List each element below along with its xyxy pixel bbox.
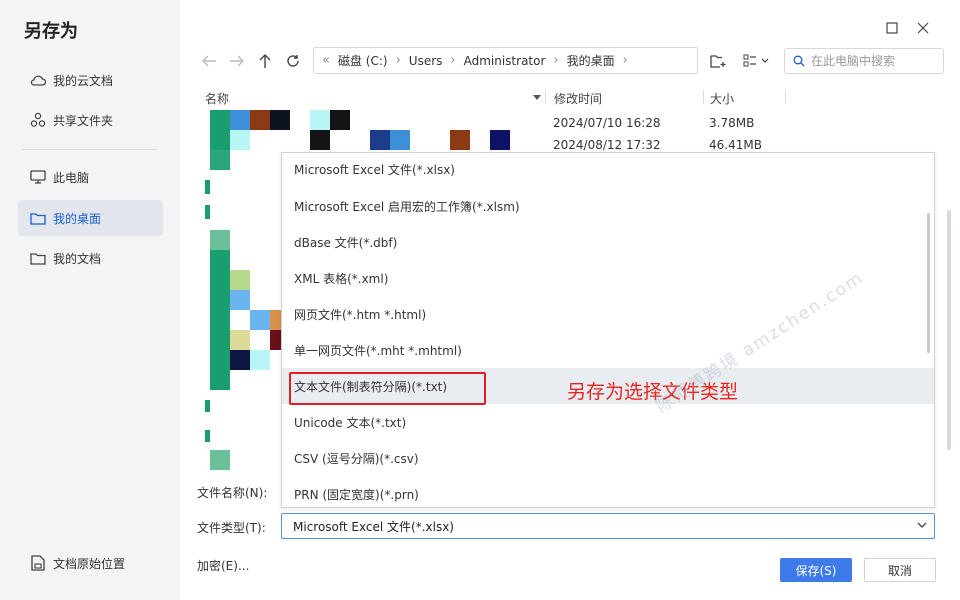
- filetype-option[interactable]: PRN (固定宽度)(*.prn): [282, 476, 934, 507]
- column-header-modified[interactable]: 修改时间: [554, 90, 602, 107]
- chevron-right-icon: ›: [450, 53, 456, 68]
- up-button[interactable]: [253, 49, 277, 73]
- new-folder-icon: [710, 55, 726, 68]
- sidebar-item-original-location[interactable]: 文档原始位置: [18, 545, 163, 581]
- close-button[interactable]: [913, 18, 933, 38]
- arrow-right-icon: [230, 55, 244, 67]
- filetype-option[interactable]: 网页文件(*.htm *.html): [282, 296, 934, 332]
- dropdown-scrollbar[interactable]: [927, 213, 930, 353]
- sidebar-item-label: 文档原始位置: [53, 556, 126, 571]
- encrypt-link[interactable]: 加密(E)...: [197, 557, 249, 574]
- sidebar: 另存为 我的云文档 共享文件夹 此电脑 我的桌面 我的文档 文档原始位置: [0, 0, 180, 600]
- file-modified: 2024/08/12 17:32: [553, 138, 661, 152]
- filetype-label: 文件类型(T):: [197, 521, 266, 535]
- file-size: 46.41MB: [709, 138, 762, 152]
- filetype-option[interactable]: XML 表格(*.xml): [282, 260, 934, 296]
- filetype-option[interactable]: Microsoft Excel 文件(*.xlsx): [282, 153, 934, 186]
- dialog-title: 另存为: [24, 21, 78, 42]
- filetype-selected-value: Microsoft Excel 文件(*.xlsx): [293, 519, 454, 534]
- column-header-name[interactable]: 名称: [205, 90, 229, 107]
- chevron-right-icon: ›: [553, 53, 559, 68]
- arrow-up-icon: [259, 54, 271, 68]
- search-box[interactable]: [784, 48, 944, 74]
- sidebar-item-label: 共享文件夹: [53, 113, 114, 128]
- annotation-text: 另存为选择文件类型: [567, 381, 739, 403]
- filename-label: 文件名称(N):: [197, 486, 268, 500]
- sidebar-item-cloud-docs[interactable]: 我的云文档: [18, 62, 163, 98]
- filetype-dropdown-list[interactable]: Microsoft Excel 文件(*.xlsx) Microsoft Exc…: [281, 152, 935, 508]
- back-button[interactable]: [197, 49, 221, 73]
- breadcrumb-administrator[interactable]: Administrator: [464, 54, 546, 68]
- file-list-scrollbar[interactable]: [947, 210, 951, 450]
- search-input[interactable]: [811, 54, 936, 68]
- filetype-option[interactable]: Unicode 文本(*.txt): [282, 404, 934, 440]
- address-bar[interactable]: « 磁盘 (C:) › Users › Administrator › 我的桌面…: [313, 47, 698, 74]
- breadcrumb-users[interactable]: Users: [409, 54, 443, 68]
- breadcrumb-overflow-icon[interactable]: «: [322, 53, 330, 68]
- sidebar-item-my-desktop[interactable]: 我的桌面: [18, 200, 163, 236]
- breadcrumb-desktop[interactable]: 我的桌面: [567, 52, 615, 69]
- column-header-size[interactable]: 大小: [710, 90, 734, 107]
- computer-icon: [29, 168, 47, 186]
- folder-icon: [29, 249, 47, 267]
- folder-icon: [29, 209, 47, 227]
- sidebar-item-label: 此电脑: [53, 170, 90, 185]
- column-divider[interactable]: [785, 90, 786, 104]
- filetype-option[interactable]: Microsoft Excel 启用宏的工作簿(*.xlsm): [282, 188, 934, 224]
- search-icon: [793, 55, 805, 67]
- cancel-button[interactable]: 取消: [864, 558, 936, 582]
- sidebar-item-label: 我的文档: [53, 251, 102, 266]
- close-icon: [917, 22, 929, 34]
- refresh-button[interactable]: [281, 49, 305, 73]
- arrow-left-icon: [202, 55, 216, 67]
- sidebar-item-shared-folder[interactable]: 共享文件夹: [18, 102, 163, 138]
- filetype-option[interactable]: 单一网页文件(*.mht *.mhtml): [282, 332, 934, 368]
- filetype-select[interactable]: Microsoft Excel 文件(*.xlsx): [281, 513, 935, 539]
- file-size: 3.78MB: [709, 116, 755, 130]
- refresh-icon: [287, 55, 299, 67]
- column-divider[interactable]: [703, 90, 704, 104]
- view-mode-button[interactable]: [741, 49, 773, 73]
- sort-down-icon[interactable]: [532, 94, 542, 102]
- filetype-option[interactable]: CSV (逗号分隔)(*.csv): [282, 440, 934, 476]
- sidebar-item-my-documents[interactable]: 我的文档: [18, 240, 163, 276]
- sidebar-item-label: 我的云文档: [53, 73, 114, 88]
- new-folder-button[interactable]: [706, 49, 730, 73]
- breadcrumb-drive[interactable]: 磁盘 (C:): [338, 52, 388, 69]
- save-button[interactable]: 保存(S): [780, 558, 852, 582]
- chevron-right-icon: ›: [622, 53, 628, 68]
- maximize-button[interactable]: [882, 18, 902, 38]
- view-list-icon: [743, 54, 769, 67]
- file-modified: 2024/07/10 16:28: [553, 116, 661, 130]
- filetype-option[interactable]: dBase 文件(*.dbf): [282, 224, 934, 260]
- chevron-right-icon: ›: [395, 53, 401, 68]
- sidebar-item-this-pc[interactable]: 此电脑: [18, 159, 163, 195]
- column-divider[interactable]: [545, 90, 546, 104]
- sidebar-divider: [22, 149, 157, 150]
- cloud-icon: [29, 71, 47, 89]
- forward-button[interactable]: [225, 49, 249, 73]
- maximize-icon: [886, 22, 898, 34]
- document-location-icon: [29, 554, 47, 572]
- chevron-down-icon: [917, 522, 927, 528]
- sidebar-item-label: 我的桌面: [53, 211, 102, 226]
- share-icon: [29, 111, 47, 129]
